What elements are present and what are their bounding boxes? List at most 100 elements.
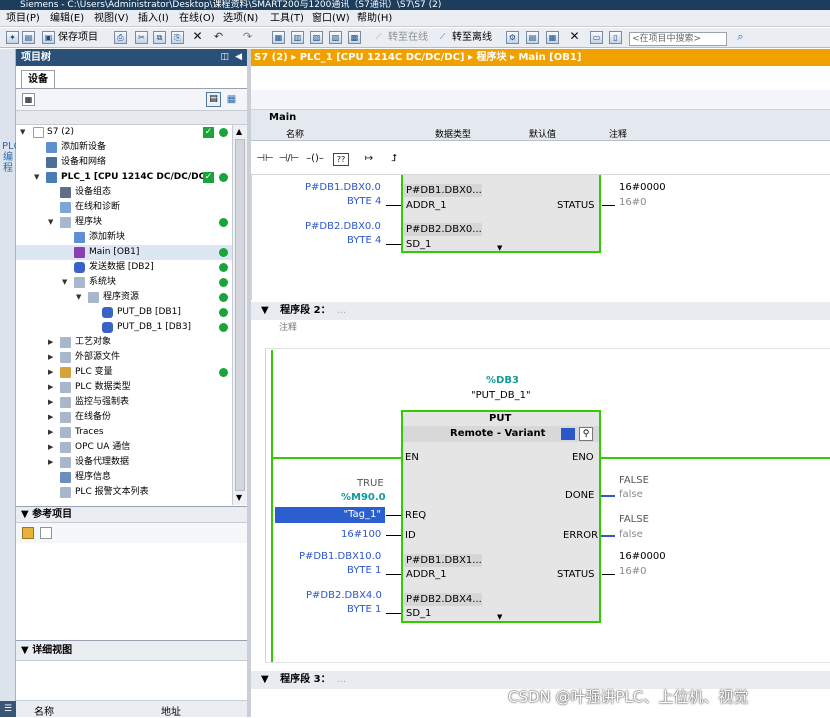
open-reference-icon[interactable] xyxy=(22,527,34,539)
menu-help[interactable]: 帮助(H) xyxy=(356,11,393,26)
detail-view-header[interactable]: ▼ 详细视图 xyxy=(16,640,247,660)
empty-box-button[interactable]: ?? xyxy=(333,153,349,166)
expand-pins-icon[interactable]: ▼ xyxy=(497,613,502,621)
stop-cpu-icon[interactable]: ▦ xyxy=(546,31,559,44)
cut-icon[interactable]: ✂ xyxy=(135,31,148,44)
tree-item-put-db[interactable]: PUT_DB [DB1] xyxy=(16,305,232,320)
split-horizontal-icon[interactable]: ▭ xyxy=(590,31,603,44)
tree-scrollbar[interactable]: ▲ ▼ xyxy=(232,125,247,505)
req-tag[interactable]: "Tag_1" xyxy=(275,507,385,523)
menu-options[interactable]: 选项(N) xyxy=(222,11,259,26)
accessible-devices-icon[interactable]: ⚙ xyxy=(506,31,519,44)
cross-reference-icon[interactable]: ▤ xyxy=(526,31,539,44)
addr1-param[interactable]: P#DB1.DBX0.... xyxy=(404,184,482,197)
instance-db[interactable]: %DB3 xyxy=(486,375,519,386)
reference-projects-header[interactable]: ▼ 参考项目 xyxy=(16,506,247,523)
overview-icon[interactable]: ▤ xyxy=(206,92,221,107)
column-name[interactable]: 名称 xyxy=(286,127,304,140)
simulation-icon[interactable]: ▩ xyxy=(348,31,361,44)
tree-item-program-resources[interactable]: ▼ 程序资源 xyxy=(16,290,232,305)
redo-icon[interactable]: ↷ xyxy=(241,31,254,44)
connection-config-icon[interactable] xyxy=(561,428,575,440)
tree-item-plc-tags[interactable]: ▶ PLC 变量 xyxy=(16,365,232,380)
menu-online[interactable]: 在线(O) xyxy=(178,11,216,26)
save-icon[interactable]: ▣ xyxy=(42,31,55,44)
tree-item-put-db-1[interactable]: PUT_DB_1 [DB3] xyxy=(16,320,232,335)
tree-settings-icon[interactable]: ▦ xyxy=(224,92,239,107)
normally-closed-contact-button[interactable]: ⊣/⊢ xyxy=(278,150,300,168)
tree-item-program-info[interactable]: 程序信息 xyxy=(16,470,232,485)
new-project-icon[interactable]: ✦ xyxy=(6,31,19,44)
go-online-button[interactable]: 转至在线 xyxy=(388,31,428,45)
column-default-value[interactable]: 默认值 xyxy=(529,127,556,140)
save-project-button[interactable]: 保存项目 xyxy=(58,31,98,45)
close-reference-icon[interactable] xyxy=(40,527,52,539)
column-data-type[interactable]: 数据类型 xyxy=(435,127,471,140)
status-value[interactable]: 16#0000 xyxy=(619,182,666,193)
sd1-param[interactable]: P#DB2.DBX0.... xyxy=(404,223,482,236)
tree-item-external-sources[interactable]: ▶ 外部源文件 xyxy=(16,350,232,365)
tree-item-online-backups[interactable]: ▶ 在线备份 xyxy=(16,410,232,425)
scroll-down-icon[interactable]: ▼ xyxy=(236,493,242,502)
addr1-actual[interactable]: P#DB1.DBX0.0 xyxy=(305,182,381,193)
diagnostics-icon[interactable]: ⚲ xyxy=(579,427,593,441)
tree-item-plc[interactable]: ▼ PLC_1 [CPU 1214C DC/DC/DC] ✓ xyxy=(16,170,232,185)
column-comment[interactable]: 注释 xyxy=(609,127,627,140)
scroll-thumb[interactable] xyxy=(235,139,245,491)
tree-item-add-device[interactable]: 添加新设备 xyxy=(16,140,232,155)
copy-icon[interactable]: ⧉ xyxy=(153,31,166,44)
delete-icon[interactable]: ✕ xyxy=(191,30,204,44)
tree-item-program-blocks[interactable]: ▼ 程序块 xyxy=(16,215,232,230)
block-mode[interactable]: Remote - Variant xyxy=(450,428,545,439)
id-value[interactable]: 16#100 xyxy=(341,529,381,540)
tree-item-main-ob1[interactable]: Main [OB1] xyxy=(16,245,232,260)
go-online-icon[interactable]: ⟋ xyxy=(372,31,385,44)
tree-view-icon[interactable]: ▦ xyxy=(22,93,35,106)
project-search-input[interactable]: <在项目中搜索> xyxy=(629,32,727,46)
expand-pins-icon[interactable]: ▼ xyxy=(497,244,502,252)
search-project-icon[interactable]: ⌕ xyxy=(734,31,747,44)
instance-name[interactable]: "PUT_DB_1" xyxy=(471,390,531,401)
tree-item-online-diagnostics[interactable]: 在线和诊断 xyxy=(16,200,232,215)
plc-programming-tab[interactable]: PLC 编程 xyxy=(2,141,21,174)
go-offline-button[interactable]: 转至离线 xyxy=(452,31,492,45)
sd1-actual[interactable]: P#DB2.DBX4.0 xyxy=(306,590,382,601)
network-2-comment[interactable]: 注释 xyxy=(251,320,830,336)
tree-item-alarm-text-lists[interactable]: PLC 报警文本列表 xyxy=(16,485,232,500)
output-coil-button[interactable]: –()– xyxy=(304,150,326,168)
upload-icon[interactable]: ▧ xyxy=(310,31,323,44)
tree-item-send-data-db2[interactable]: 发送数据 [DB2] xyxy=(16,260,232,275)
scroll-up-icon[interactable]: ▲ xyxy=(236,127,242,136)
sd1-param[interactable]: P#DB2.DBX4.... xyxy=(404,593,482,606)
paste-icon[interactable]: ⎘ xyxy=(171,31,184,44)
column-address[interactable]: 地址 xyxy=(161,703,181,718)
tree-item-plc-data-types[interactable]: ▶ PLC 数据类型 xyxy=(16,380,232,395)
tree-item-add-block[interactable]: 添加新块 xyxy=(16,230,232,245)
req-operand[interactable]: %M90.0 xyxy=(341,492,386,503)
tree-item-watch-force-tables[interactable]: ▶ 监控与强制表 xyxy=(16,395,232,410)
close-branch-button[interactable]: ⮥ xyxy=(383,150,405,168)
devices-tab[interactable]: 设备 xyxy=(21,70,55,89)
addr1-actual[interactable]: P#DB1.DBX10.0 xyxy=(299,551,381,562)
tree-item-traces[interactable]: ▶ Traces xyxy=(16,425,232,440)
tree-item-device-proxy[interactable]: ▶ 设备代理数据 xyxy=(16,455,232,470)
sd1-actual[interactable]: P#DB2.DBX0.0 xyxy=(305,221,381,232)
split-vertical-icon[interactable]: ▯ xyxy=(609,31,622,44)
menu-view[interactable]: 视图(V) xyxy=(93,11,130,26)
open-branch-button[interactable]: ↦ xyxy=(358,150,380,168)
download-icon[interactable]: ▥ xyxy=(291,31,304,44)
tree-item-technology-objects[interactable]: ▶ 工艺对象 xyxy=(16,335,232,350)
start-simulation-icon[interactable]: ▨ xyxy=(329,31,342,44)
open-project-icon[interactable]: ▤ xyxy=(22,31,35,44)
print-icon[interactable]: ⎙ xyxy=(114,31,127,44)
menu-project[interactable]: 项目(P) xyxy=(5,11,41,26)
column-name[interactable]: 名称 xyxy=(34,703,54,718)
close-editor-icon[interactable]: ✕ xyxy=(568,30,581,44)
collapse-panel-icon[interactable]: ◀ xyxy=(235,49,242,66)
status-value[interactable]: 16#0000 xyxy=(619,551,666,562)
addr1-param[interactable]: P#DB1.DBX1... xyxy=(404,554,482,567)
menu-insert[interactable]: 插入(I) xyxy=(137,11,170,26)
undo-icon[interactable]: ↶ xyxy=(212,31,225,44)
tree-item-system-blocks[interactable]: ▼ 系统块 xyxy=(16,275,232,290)
menu-window[interactable]: 窗口(W) xyxy=(311,11,351,26)
